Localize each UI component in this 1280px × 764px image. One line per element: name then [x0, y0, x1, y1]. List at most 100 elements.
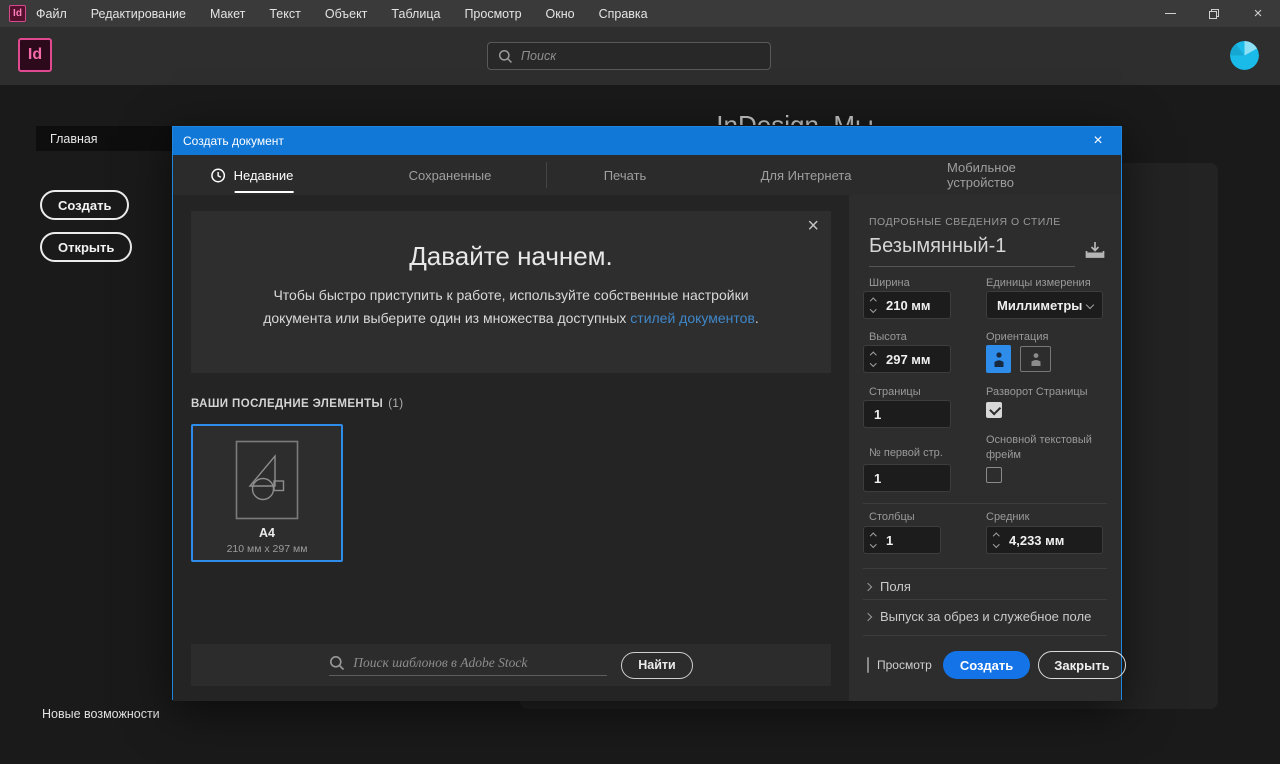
- gutter-field[interactable]: 4,233 мм: [986, 526, 1103, 554]
- create-document-dialog: Создать документ × Недавние Сохраненные …: [172, 126, 1122, 700]
- height-value: 297 мм: [882, 352, 931, 367]
- dialog-title: Создать документ: [183, 134, 284, 148]
- menu-view[interactable]: Просмотр: [464, 7, 521, 21]
- find-button[interactable]: Найти: [621, 652, 692, 679]
- orientation-options: [986, 345, 1051, 373]
- window-controls: ×: [1148, 0, 1280, 27]
- width-field[interactable]: 210 мм: [863, 291, 951, 319]
- restore-icon: [1209, 9, 1219, 19]
- facing-pages-checkbox[interactable]: [986, 402, 1002, 418]
- recent-preset-card-a4[interactable]: A4 210 мм x 297 мм: [191, 424, 343, 562]
- search-icon: [498, 49, 513, 64]
- preset-details-panel: ПОДРОБНЫЕ СВЕДЕНИЯ О СТИЛЕ Безымянный-1 …: [849, 195, 1121, 701]
- menu-file[interactable]: Файл: [36, 7, 67, 21]
- sidebar-item-home[interactable]: Главная: [36, 126, 172, 151]
- height-label: Высота: [869, 331, 907, 343]
- sidebar-open-button[interactable]: Открыть: [40, 232, 132, 262]
- gutter-stepper[interactable]: [987, 534, 1005, 546]
- sidebar-create-button[interactable]: Создать: [40, 190, 129, 220]
- document-presets-link[interactable]: стилей документов: [630, 310, 755, 326]
- units-label: Единицы измерения: [986, 277, 1091, 289]
- dialog-content: × Давайте начнем. Чтобы быстро приступит…: [173, 195, 849, 701]
- dialog-close-button[interactable]: ×: [1085, 132, 1111, 150]
- columns-field[interactable]: 1: [863, 526, 941, 554]
- start-page-field[interactable]: 1: [863, 464, 951, 492]
- orientation-landscape-icon[interactable]: [1020, 346, 1051, 372]
- preset-section-label: ПОДРОБНЫЕ СВЕДЕНИЯ О СТИЛЕ: [869, 216, 1061, 228]
- card-close-button[interactable]: ×: [807, 215, 819, 238]
- os-titlebar: Id Файл Редактирование Макет Текст Объек…: [0, 0, 1280, 27]
- menu-layout[interactable]: Макет: [210, 7, 245, 21]
- minimize-button[interactable]: [1148, 0, 1192, 27]
- minimize-icon: [1165, 13, 1176, 15]
- indesign-mini-logo-icon: Id: [9, 5, 26, 22]
- chevron-right-icon: [864, 612, 872, 620]
- close-button[interactable]: Закрыть: [1038, 651, 1125, 679]
- tab-mobile[interactable]: Мобильное устройство: [947, 155, 1063, 195]
- create-button[interactable]: Создать: [943, 651, 1030, 679]
- save-preset-icon[interactable]: [1085, 241, 1105, 259]
- app-search-box[interactable]: [487, 42, 771, 70]
- margins-expander[interactable]: Поля: [865, 579, 911, 594]
- tab-saved[interactable]: Сохраненные: [409, 155, 492, 195]
- app-header: Id: [0, 27, 1280, 85]
- height-stepper[interactable]: [864, 353, 882, 365]
- hero-body-period: .: [755, 310, 759, 326]
- stock-search-input[interactable]: [353, 655, 607, 671]
- preview-label: Просмотр: [877, 658, 932, 672]
- clock-icon: [211, 168, 226, 183]
- restore-button[interactable]: [1192, 0, 1236, 27]
- menu-window[interactable]: Окно: [546, 7, 575, 21]
- height-field[interactable]: 297 мм: [863, 345, 951, 373]
- pages-label: Страницы: [869, 386, 921, 398]
- document-icon: [235, 440, 299, 520]
- divider: [863, 635, 1107, 636]
- preview-checkbox[interactable]: [867, 657, 869, 673]
- stock-search-bar: Найти: [191, 644, 831, 686]
- orientation-portrait-icon[interactable]: [986, 345, 1011, 373]
- menu-help[interactable]: Справка: [599, 7, 648, 21]
- bleed-expander[interactable]: Выпуск за обрез и служебное поле: [865, 609, 1091, 624]
- whats-new-link[interactable]: Новые возможности: [42, 707, 160, 721]
- preset-name-input[interactable]: Безымянный-1: [869, 235, 1075, 267]
- bleed-label: Выпуск за обрез и служебное поле: [880, 609, 1091, 624]
- tab-mobile-label: Мобильное устройство: [947, 160, 1063, 190]
- getting-started-card: × Давайте начнем. Чтобы быстро приступит…: [191, 211, 831, 373]
- hero-heading: Давайте начнем.: [191, 241, 831, 272]
- clipped-background-heading: InDesign. Мы: [560, 112, 1030, 125]
- tab-web[interactable]: Для Интернета: [761, 155, 852, 195]
- search-icon: [329, 655, 345, 671]
- preset-name: A4: [193, 526, 341, 540]
- recent-items-title: ВАШИ ПОСЛЕДНИЕ ЭЛЕМЕНТЫ: [191, 398, 383, 410]
- menu-type[interactable]: Текст: [269, 7, 300, 21]
- tab-recent[interactable]: Недавние: [211, 155, 294, 195]
- app-search-input[interactable]: [521, 49, 760, 63]
- start-page-value: 1: [864, 471, 881, 486]
- menu-bar: Файл Редактирование Макет Текст Объект Т…: [36, 7, 648, 21]
- pages-field[interactable]: 1: [863, 400, 951, 428]
- primary-text-frame-checkbox[interactable]: [986, 467, 1002, 483]
- orientation-label: Ориентация: [986, 331, 1048, 343]
- tab-print[interactable]: Печать: [604, 155, 647, 195]
- units-dropdown[interactable]: Миллиметры: [986, 291, 1103, 319]
- hero-body: Чтобы быстро приступить к работе, исполь…: [246, 284, 776, 330]
- menu-table[interactable]: Таблица: [391, 7, 440, 21]
- tab-separator: [546, 162, 547, 188]
- indesign-logo-icon: Id: [18, 38, 52, 72]
- facing-pages-label: Разворот Страницы: [986, 386, 1088, 398]
- dialog-tabs: Недавние Сохраненные Печать Для Интернет…: [173, 155, 1121, 195]
- menu-edit[interactable]: Редактирование: [91, 7, 186, 21]
- tab-saved-label: Сохраненные: [409, 168, 492, 183]
- margins-label: Поля: [880, 579, 911, 594]
- pages-value: 1: [864, 407, 881, 422]
- chevron-down-icon: [1086, 301, 1094, 309]
- columns-stepper[interactable]: [864, 534, 882, 546]
- dialog-footer: Просмотр Создать Закрыть: [849, 651, 1121, 679]
- close-window-button[interactable]: ×: [1236, 0, 1280, 27]
- stock-search-field[interactable]: [329, 655, 607, 676]
- menu-object[interactable]: Объект: [325, 7, 368, 21]
- dialog-titlebar: Создать документ ×: [173, 127, 1121, 155]
- width-stepper[interactable]: [864, 299, 882, 311]
- tab-print-label: Печать: [604, 168, 647, 183]
- user-avatar[interactable]: [1230, 41, 1259, 70]
